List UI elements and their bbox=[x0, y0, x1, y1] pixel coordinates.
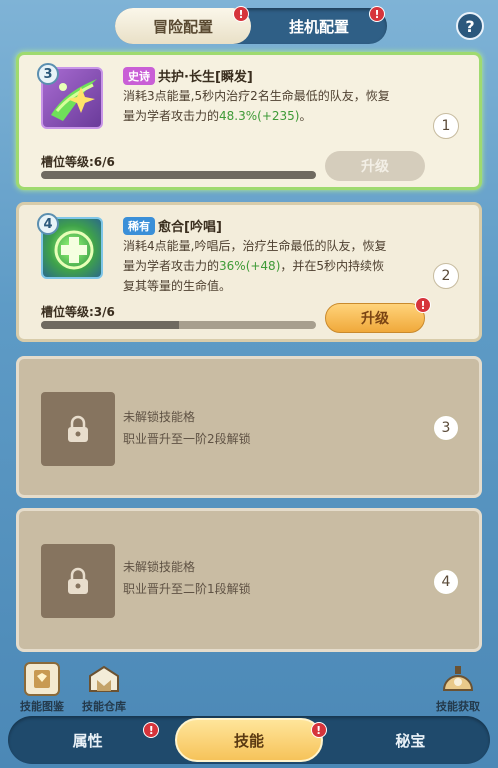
rarity-tag: 史诗 bbox=[123, 67, 155, 85]
slot-number: 1 bbox=[433, 113, 459, 139]
slot-level-progress bbox=[41, 321, 316, 329]
skill-slot-4-locked[interactable]: 未解锁技能格 职业晋升至二阶1段解锁 4 bbox=[16, 508, 482, 652]
skill-warehouse-label: 技能仓库 bbox=[82, 700, 126, 713]
skill-slot-3-locked[interactable]: 未解锁技能格 职业晋升至一阶2段解锁 3 bbox=[16, 356, 482, 498]
rarity-tag: 稀有 bbox=[123, 217, 155, 235]
nav-tab-label: 属性 bbox=[72, 731, 103, 750]
skill-codex-label: 技能图鉴 bbox=[20, 700, 64, 713]
skill-title: 稀有 愈合[吟唱] bbox=[123, 216, 222, 235]
nav-tab-label: 秘宝 bbox=[395, 731, 426, 750]
skill-warehouse-button[interactable]: 技能仓库 bbox=[74, 662, 134, 714]
skill-slot-2[interactable]: 4 稀有 愈合[吟唱] 消耗4点能量,吟唱后，治疗生命最低的队友，恢复 量为学者攻… bbox=[16, 202, 482, 342]
skill-acquire-button[interactable]: 技能获取 bbox=[428, 662, 488, 714]
skill-name: 共护·长生[瞬发] bbox=[158, 70, 253, 85]
dome-icon bbox=[440, 662, 476, 696]
upgrade-button[interactable]: 升级 bbox=[325, 303, 425, 333]
alert-badge: ! bbox=[143, 722, 160, 738]
alert-badge: ! bbox=[233, 6, 249, 22]
nav-tab-treasure[interactable]: 秘宝 bbox=[331, 716, 490, 764]
skill-title: 史诗 共护·长生[瞬发] bbox=[123, 66, 253, 85]
skill-description: 消耗3点能量,5秒内治疗2名生命最低的队友，恢复 量为学者攻击力的48.3%(+… bbox=[123, 86, 423, 126]
lock-icon bbox=[41, 544, 115, 618]
slot-number: 2 bbox=[433, 263, 459, 289]
skill-level-badge: 3 bbox=[37, 63, 59, 85]
desc-line: 量为学者攻击力的36%(+48)，并在5秒内持续恢 bbox=[123, 259, 385, 273]
slot-number: 3 bbox=[433, 415, 459, 441]
upgrade-label: 升级 bbox=[361, 311, 389, 327]
locked-hint: 职业晋升至一阶2段解锁 bbox=[123, 432, 251, 446]
slot-number: 4 bbox=[433, 569, 459, 595]
nav-tab-label: 技能 bbox=[233, 731, 264, 750]
tab-adventure-config-label: 冒险配置 bbox=[152, 17, 213, 36]
book-icon bbox=[24, 662, 60, 696]
tab-idle-config[interactable]: 挂机配置 ! bbox=[251, 6, 387, 44]
slot-level-label: 槽位等级:6/6 bbox=[41, 155, 115, 169]
slot-level-label: 槽位等级:3/6 bbox=[41, 305, 115, 319]
locked-hint: 职业晋升至二阶1段解锁 bbox=[123, 582, 251, 596]
nav-tab-skills[interactable]: 技能 ! bbox=[175, 718, 327, 762]
desc-line: 复其等量的生命值。 bbox=[123, 279, 232, 293]
skill-acquire-label: 技能获取 bbox=[436, 700, 480, 713]
tab-adventure-config[interactable]: 冒险配置 ! bbox=[115, 6, 251, 44]
help-button[interactable]: ? bbox=[456, 12, 484, 40]
alert-badge: ! bbox=[310, 722, 327, 738]
skill-description: 消耗4点能量,吟唱后，治疗生命最低的队友，恢复 量为学者攻击力的36%(+48)… bbox=[123, 236, 423, 296]
config-tabs: 冒险配置 ! 挂机配置 ! bbox=[115, 6, 387, 44]
slot-level-progress bbox=[41, 171, 316, 179]
tab-idle-config-label: 挂机配置 bbox=[288, 17, 349, 36]
locked-info: 未解锁技能格 职业晋升至二阶1段解锁 bbox=[123, 556, 251, 600]
skill-level-badge: 4 bbox=[37, 213, 59, 235]
alert-badge: ! bbox=[415, 297, 431, 313]
upgrade-button[interactable]: 升级 bbox=[325, 151, 425, 181]
locked-title: 未解锁技能格 bbox=[123, 410, 196, 424]
skill-name: 愈合[吟唱] bbox=[158, 220, 222, 235]
warehouse-icon bbox=[86, 662, 122, 696]
skill-slot-1[interactable]: 3 史诗 共护·长生[瞬发] 消耗3点能量,5秒内治疗2名生命最低的队友，恢复 量… bbox=[16, 52, 482, 190]
lock-icon bbox=[41, 392, 115, 466]
alert-badge: ! bbox=[369, 6, 385, 22]
skill-codex-button[interactable]: 技能图鉴 bbox=[12, 662, 72, 714]
bottom-nav: 属性 ! 技能 ! 秘宝 bbox=[8, 716, 490, 764]
nav-tab-attributes[interactable]: 属性 ! bbox=[8, 716, 167, 764]
desc-line: 量为学者攻击力的48.3%(+235)。 bbox=[123, 109, 312, 123]
desc-line: 消耗4点能量,吟唱后，治疗生命最低的队友，恢复 bbox=[123, 239, 387, 253]
locked-info: 未解锁技能格 职业晋升至一阶2段解锁 bbox=[123, 406, 251, 450]
locked-title: 未解锁技能格 bbox=[123, 560, 196, 574]
desc-line: 消耗3点能量,5秒内治疗2名生命最低的队友，恢复 bbox=[123, 89, 390, 103]
